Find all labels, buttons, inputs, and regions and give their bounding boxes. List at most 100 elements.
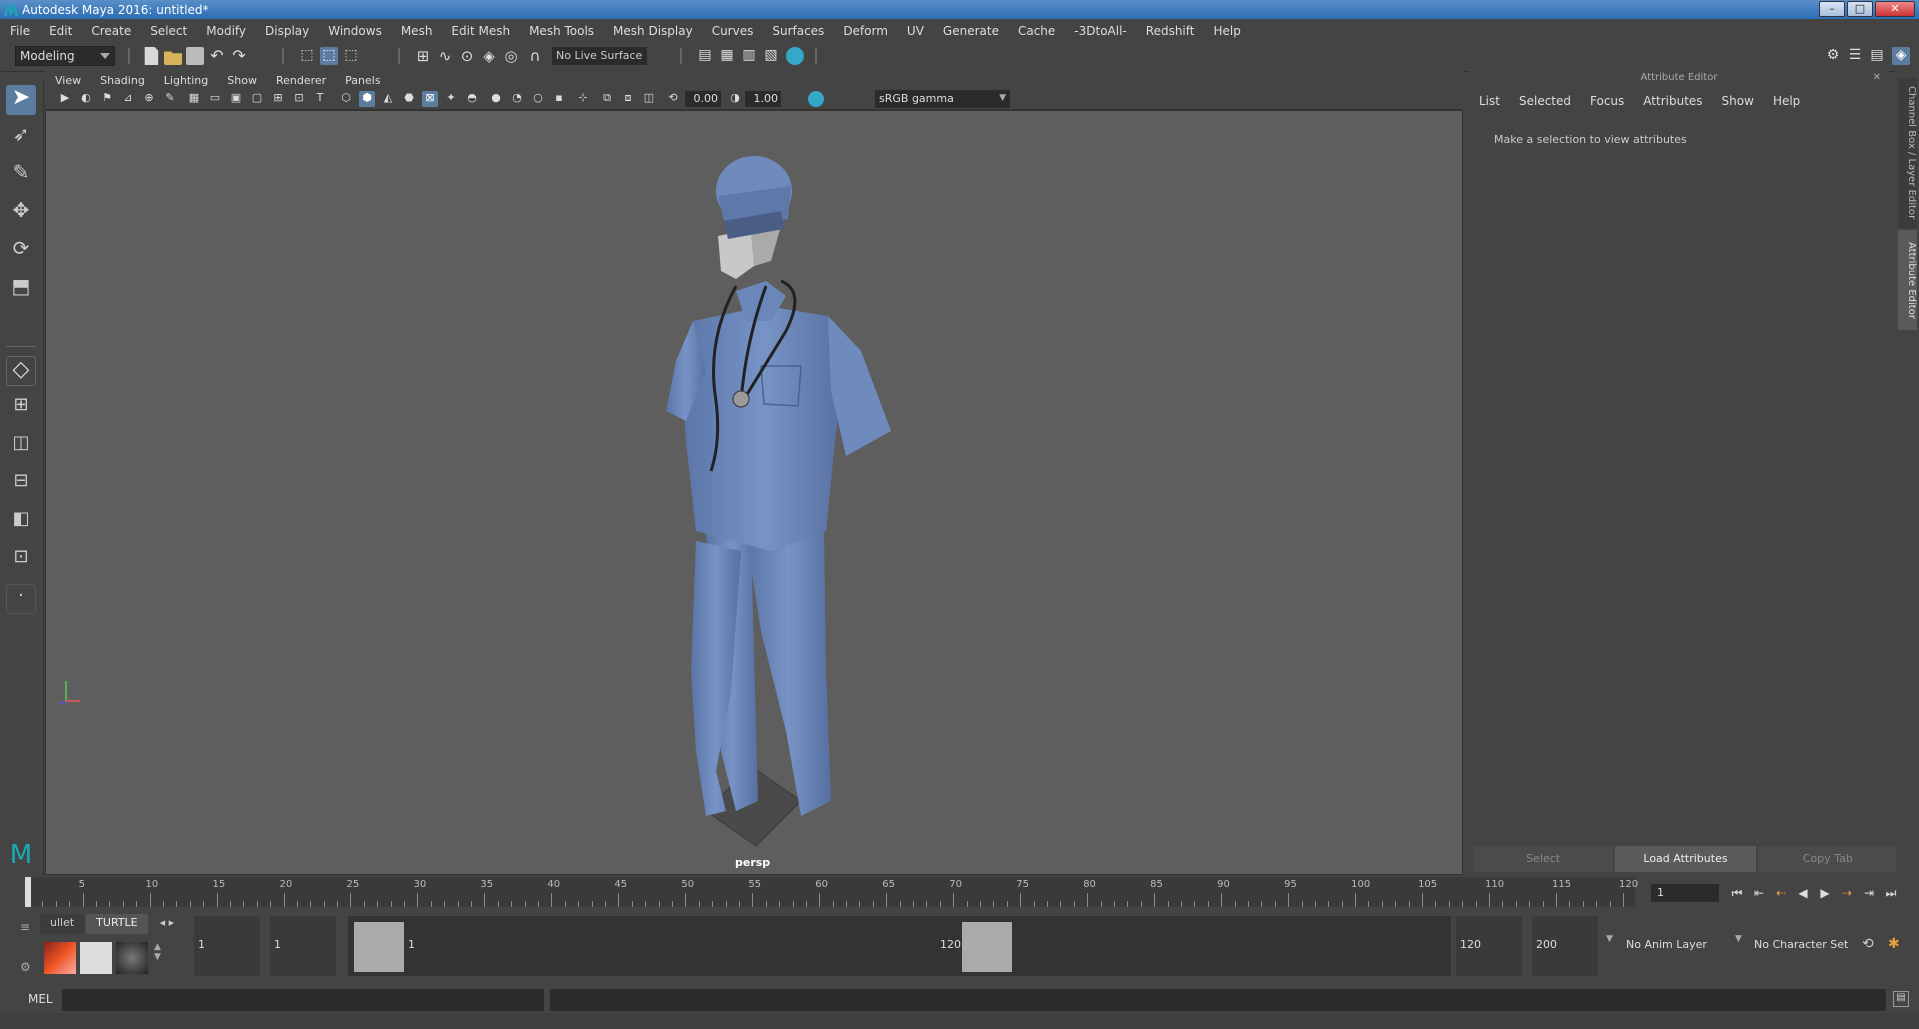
- shelf-settings-icon[interactable]: ⚙: [20, 960, 31, 974]
- ae-menu-show[interactable]: Show: [1722, 94, 1754, 108]
- save-scene-icon[interactable]: [186, 47, 204, 65]
- persp-hypershade-layout-icon[interactable]: ⊡: [6, 546, 36, 576]
- shelf-tab-bullet[interactable]: ullet: [40, 914, 85, 934]
- xray-components-icon[interactable]: ⧈: [620, 91, 636, 107]
- view-transform-dropdown[interactable]: sRGB gamma ▼: [875, 90, 1010, 108]
- shelf-menu-icon[interactable]: ≡: [20, 920, 30, 934]
- ae-menu-list[interactable]: List: [1479, 94, 1500, 108]
- shelf-tab-turtle[interactable]: TURTLE: [86, 914, 148, 934]
- select-by-hierarchy-icon[interactable]: ⬚: [298, 47, 316, 65]
- menu-edit[interactable]: Edit: [49, 24, 72, 38]
- panel-menu-shading[interactable]: Shading: [100, 74, 145, 87]
- bookmark-icon[interactable]: ⚑: [99, 91, 115, 107]
- minimize-button[interactable]: –: [1819, 1, 1845, 17]
- animation-preferences-icon[interactable]: ✱: [1888, 936, 1900, 952]
- shelf-scroll-arrows-icon[interactable]: ◂ ▸: [150, 914, 185, 934]
- wireframe-on-shaded-icon[interactable]: ◭: [380, 91, 396, 107]
- menu-curves[interactable]: Curves: [712, 24, 754, 38]
- gamma-icon[interactable]: ◑: [727, 91, 743, 107]
- wireframe-icon[interactable]: ⬡: [338, 91, 354, 107]
- screen-space-ao-icon[interactable]: ◓: [464, 91, 480, 107]
- menu-mesh-display[interactable]: Mesh Display: [613, 24, 693, 38]
- play-forwards-icon[interactable]: ▶: [1816, 886, 1834, 900]
- redo-icon[interactable]: ↷: [230, 47, 248, 65]
- live-surface-field[interactable]: No Live Surface: [552, 47, 647, 65]
- field-chart-icon[interactable]: ⊞: [270, 91, 286, 107]
- step-back-key-icon[interactable]: ⇤: [1750, 886, 1768, 900]
- menu-edit-mesh[interactable]: Edit Mesh: [451, 24, 510, 38]
- chevron-down-icon[interactable]: ▼: [1735, 934, 1742, 944]
- open-scene-icon[interactable]: [164, 51, 182, 65]
- panel-menu-view[interactable]: View: [55, 74, 81, 87]
- ipr-render-icon[interactable]: ▥: [740, 47, 758, 65]
- menu-surfaces[interactable]: Surfaces: [772, 24, 824, 38]
- paint-select-tool-icon[interactable]: ✎: [6, 160, 36, 190]
- use-all-lights-icon[interactable]: ⊠: [422, 91, 438, 107]
- depth-of-field-icon[interactable]: ○: [530, 91, 546, 107]
- select-tool-icon[interactable]: ➤: [6, 85, 36, 115]
- outliner-icon[interactable]: ☰: [1846, 47, 1864, 65]
- copy-tab-button[interactable]: Copy Tab: [1757, 846, 1898, 872]
- turtle-render-icon[interactable]: [44, 942, 76, 974]
- film-gate-icon[interactable]: ▭: [207, 91, 223, 107]
- command-input[interactable]: [62, 989, 544, 1011]
- turtle-bake-icon[interactable]: [80, 942, 112, 974]
- undo-icon[interactable]: ↶: [208, 47, 226, 65]
- snap-to-curve-icon[interactable]: ∿: [436, 47, 454, 65]
- shelf-scroll-icon[interactable]: ▲ ▼: [154, 942, 161, 962]
- mode-selector[interactable]: Modeling: [15, 46, 115, 66]
- shadows-icon[interactable]: ✦: [443, 91, 459, 107]
- backface-culling-icon[interactable]: ◫: [641, 91, 657, 107]
- scale-tool-icon[interactable]: ⬒: [6, 274, 36, 304]
- snap-to-point-icon[interactable]: ⊙: [458, 47, 476, 65]
- menu-mesh[interactable]: Mesh: [401, 24, 433, 38]
- playback-start-field[interactable]: 1: [270, 916, 336, 976]
- custom-layout-icon[interactable]: ·: [6, 584, 36, 614]
- exposure-icon[interactable]: ⟲: [665, 91, 681, 107]
- channel-box-icon[interactable]: ◈: [1892, 47, 1910, 65]
- range-start-handle[interactable]: [354, 922, 404, 972]
- snap-to-view-plane-icon[interactable]: ◈: [480, 47, 498, 65]
- load-attributes-button[interactable]: Load Attributes: [1615, 846, 1756, 872]
- menu-uv[interactable]: UV: [907, 24, 924, 38]
- render-settings-icon[interactable]: ▤: [696, 47, 714, 65]
- select-by-component-icon[interactable]: ⬚: [342, 47, 360, 65]
- anim-layer-dropdown[interactable]: No Anim Layer: [1622, 916, 1722, 976]
- menu-create[interactable]: Create: [91, 24, 131, 38]
- single-perspective-layout-icon[interactable]: ◇: [6, 356, 36, 386]
- command-language-label[interactable]: MEL: [28, 992, 53, 1006]
- go-to-start-icon[interactable]: ⏮: [1728, 886, 1746, 900]
- smooth-shade-icon[interactable]: ⬢: [359, 91, 375, 107]
- color-management-icon[interactable]: [808, 91, 824, 107]
- menu-deform[interactable]: Deform: [843, 24, 888, 38]
- range-slider[interactable]: 1 120: [348, 916, 1451, 976]
- rotate-tool-icon[interactable]: ⟳: [6, 236, 36, 266]
- menu-cache[interactable]: Cache: [1018, 24, 1055, 38]
- grid-icon[interactable]: ▦: [186, 91, 202, 107]
- safe-title-icon[interactable]: T: [312, 91, 328, 107]
- animation-end-field[interactable]: 200: [1532, 916, 1598, 976]
- persp-graph-layout-icon[interactable]: ⊟: [6, 470, 36, 500]
- new-scene-icon[interactable]: [144, 47, 159, 65]
- ae-menu-attributes[interactable]: Attributes: [1643, 94, 1702, 108]
- turtle-sphere-icon[interactable]: [116, 942, 148, 974]
- playback-end-field[interactable]: 120: [1456, 916, 1522, 976]
- camera-icon[interactable]: ▶: [57, 91, 73, 107]
- four-view-layout-icon[interactable]: ⊞: [6, 394, 36, 424]
- current-time-marker[interactable]: [25, 877, 31, 907]
- panel-menu-lighting[interactable]: Lighting: [164, 74, 208, 87]
- resolution-gate-icon[interactable]: ▣: [228, 91, 244, 107]
- magnet-icon[interactable]: ∩: [526, 47, 544, 65]
- maximize-button[interactable]: □: [1847, 1, 1873, 17]
- perspective-viewport[interactable]: [45, 110, 1463, 875]
- menu-modify[interactable]: Modify: [206, 24, 246, 38]
- range-end-handle[interactable]: [962, 922, 1012, 972]
- render-current-frame-icon[interactable]: ▦: [718, 47, 736, 65]
- panel-menu-panels[interactable]: Panels: [345, 74, 380, 87]
- image-plane-icon[interactable]: ⊿: [120, 91, 136, 107]
- step-back-frame-icon[interactable]: ⇠: [1772, 886, 1790, 900]
- move-tool-icon[interactable]: ✥: [6, 198, 36, 228]
- menu-file[interactable]: File: [10, 24, 30, 38]
- animation-start-field[interactable]: 1: [194, 916, 260, 976]
- go-to-end-icon[interactable]: ⏭: [1882, 886, 1900, 900]
